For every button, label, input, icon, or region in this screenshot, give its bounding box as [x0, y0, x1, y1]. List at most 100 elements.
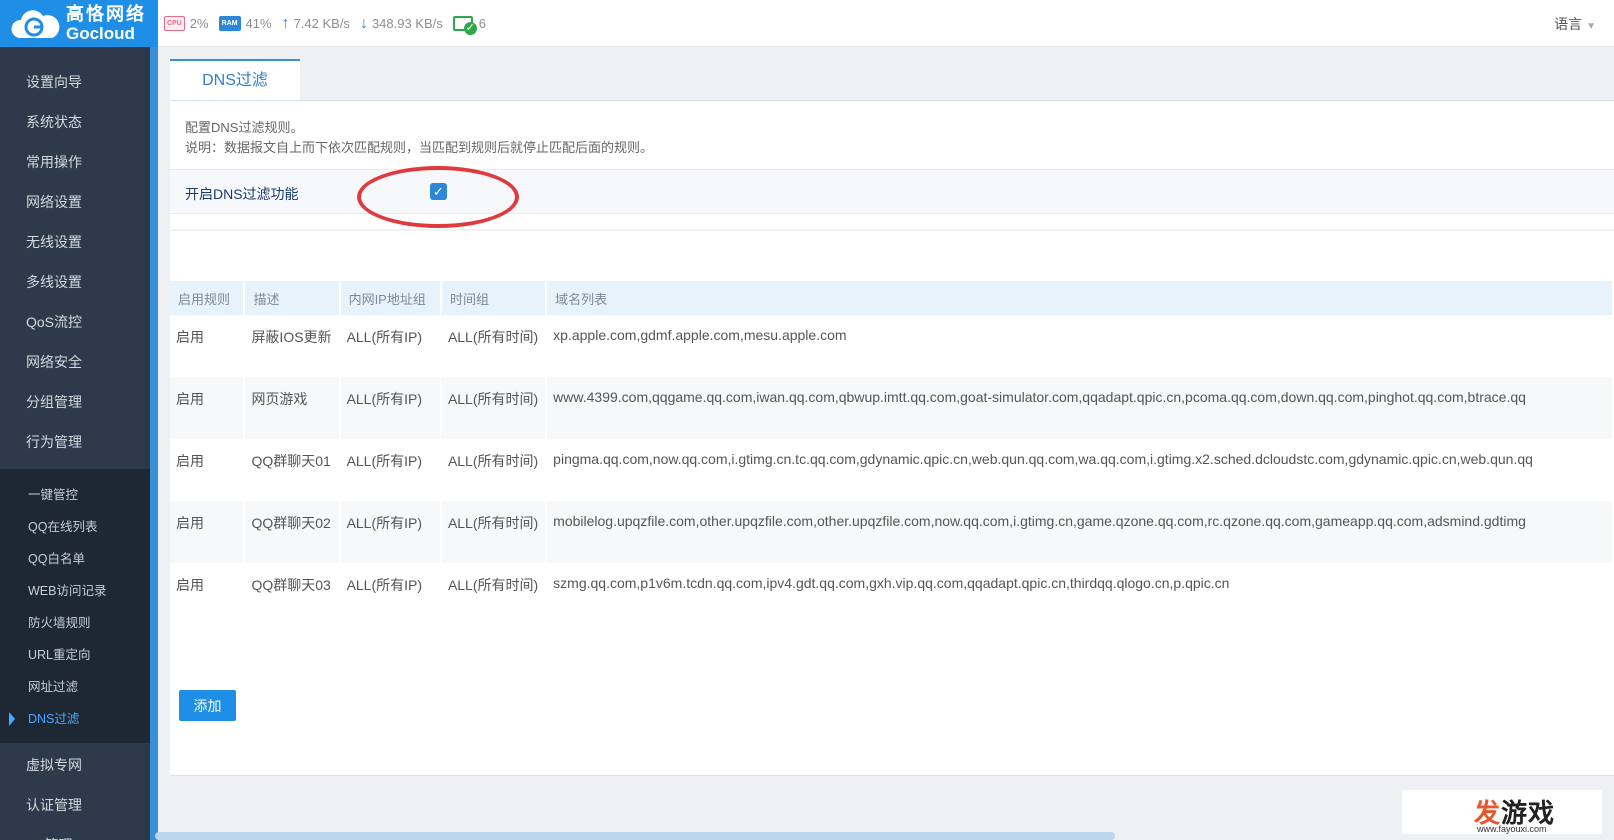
cell-ip-group: ALL(所有IP)	[339, 563, 442, 625]
column-header-ip-group[interactable]: 内网IP地址组	[339, 281, 442, 315]
sidebar-subitem-qq-online-list[interactable]: QQ在线列表	[0, 511, 150, 543]
cell-description: 网页游戏	[244, 377, 341, 439]
highlight-ellipse	[357, 166, 519, 228]
sidebar-subitem-web-access-log[interactable]: WEB访问记录	[0, 575, 150, 607]
column-header-enabled[interactable]: 启用规则	[170, 281, 246, 315]
sidebar-subitem-one-click-control[interactable]: 一键管控	[0, 479, 150, 511]
cell-description: 屏蔽IOS更新	[244, 315, 341, 377]
table-row[interactable]: 启用 网页游戏 ALL(所有IP) ALL(所有时间) www.4399.com…	[170, 377, 1614, 439]
online-count: 6	[478, 16, 486, 31]
ram-icon: RAM	[218, 16, 241, 31]
table-row[interactable]: 启用 QQ群聊天02 ALL(所有IP) ALL(所有时间) mobilelog…	[170, 501, 1614, 563]
online-devices-stat[interactable]: 6	[452, 16, 486, 35]
upload-arrow-icon: ↑	[281, 14, 290, 32]
sidebar-item-network-security[interactable]: 网络安全	[0, 342, 150, 382]
upload-value: 7.42 KB/s	[293, 16, 350, 31]
cell-time-group: ALL(所有时间)	[440, 439, 548, 501]
table-header-row: 启用规则 描述 内网IP地址组 时间组 域名列表	[170, 281, 1614, 315]
cell-ip-group: ALL(所有IP)	[339, 315, 442, 377]
cell-time-group: ALL(所有时间)	[440, 501, 548, 563]
caret-down-icon: ▼	[1586, 21, 1596, 32]
sidebar-item-behavior-management[interactable]: 行为管理	[0, 422, 150, 462]
description-line-1: 配置DNS过滤规则。	[185, 120, 304, 135]
sidebar-item-system-status[interactable]: 系统状态	[0, 102, 150, 142]
top-bar: 高恪网络 Gocloud CPU 2% RAM 41% ↑ 7.42 KB/s …	[0, 0, 1614, 47]
ram-stat: RAM 41%	[218, 16, 272, 31]
sidebar-accent-strip	[150, 47, 158, 840]
cell-description: QQ群聊天02	[244, 501, 341, 563]
divider	[170, 229, 1614, 231]
cell-description: QQ群聊天03	[244, 563, 341, 625]
tab-dns-filter[interactable]: DNS过滤	[170, 59, 300, 100]
brand-name-cn: 高恪网络	[66, 4, 146, 24]
sidebar: 设置向导 系统状态 常用操作 网络设置 无线设置 多线设置 QoS流控 网络安全…	[0, 47, 150, 840]
column-header-time-group[interactable]: 时间组	[440, 281, 548, 315]
download-stat: ↓ 348.93 KB/s	[360, 15, 443, 33]
cell-time-group: ALL(所有时间)	[440, 315, 548, 377]
cell-domain-list: www.4399.com,qqgame.qq.com,iwan.qq.com,q…	[546, 377, 1614, 439]
cell-description: QQ群聊天01	[244, 439, 341, 501]
online-monitor-icon	[452, 16, 477, 35]
main-content: DNS过滤 配置DNS过滤规则。 说明：数据报文自上而下依次匹配规则，当匹配到规…	[158, 47, 1614, 840]
cpu-value: 2%	[189, 16, 209, 31]
domain-list-text: www.4399.com,qqgame.qq.com,iwan.qq.com,q…	[553, 389, 1526, 405]
cell-enabled: 启用	[170, 501, 246, 563]
column-header-domain-list[interactable]: 域名列表	[546, 281, 1614, 315]
language-dropdown[interactable]: 语言 ▼	[1554, 14, 1596, 34]
domain-list-text: szmg.qq.com,p1v6m.tcdn.qq.com,ipv4.gdt.q…	[553, 575, 1230, 591]
sidebar-item-common-ops[interactable]: 常用操作	[0, 142, 150, 182]
cell-enabled: 启用	[170, 439, 246, 501]
watermark-url: www.fayouxi.com	[1477, 824, 1547, 834]
sidebar-item-wireless-settings[interactable]: 无线设置	[0, 222, 150, 262]
sidebar-item-group-management[interactable]: 分组管理	[0, 382, 150, 422]
sidebar-item-setup-wizard[interactable]: 设置向导	[0, 62, 150, 102]
dns-filter-panel: 配置DNS过滤规则。 说明：数据报文自上而下依次匹配规则，当匹配到规则后就停止匹…	[170, 100, 1614, 776]
cell-ip-group: ALL(所有IP)	[339, 501, 442, 563]
domain-list-text: pingma.qq.com,now.qq.com,i.gtimg.cn.tc.q…	[553, 451, 1533, 467]
upload-stat: ↑ 7.42 KB/s	[282, 15, 350, 33]
cell-enabled: 启用	[170, 563, 246, 625]
cell-domain-list: mobilelog.upqzfile.com,other.upqzfile.co…	[546, 501, 1614, 563]
sidebar-item-auth-management[interactable]: 认证管理	[0, 785, 150, 825]
description: 配置DNS过滤规则。 说明：数据报文自上而下依次匹配规则，当匹配到规则后就停止匹…	[185, 118, 653, 158]
behavior-submenu: 一键管控 QQ在线列表 QQ白名单 WEB访问记录 防火墙规则 URL重定向 网…	[0, 469, 150, 743]
cell-ip-group: ALL(所有IP)	[339, 377, 442, 439]
cell-ip-group: ALL(所有IP)	[339, 439, 442, 501]
cell-enabled: 启用	[170, 377, 246, 439]
cell-domain-list: xp.apple.com,gdmf.apple.com,mesu.apple.c…	[546, 315, 1614, 377]
table-row[interactable]: 启用 QQ群聊天01 ALL(所有IP) ALL(所有时间) pingma.qq…	[170, 439, 1614, 501]
download-arrow-icon: ↓	[359, 14, 368, 32]
sidebar-subitem-qq-whitelist[interactable]: QQ白名单	[0, 543, 150, 575]
dns-filter-toggle-label: 开启DNS过滤功能	[185, 186, 299, 202]
download-value: 348.93 KB/s	[371, 16, 443, 31]
dns-filter-toggle-row: 开启DNS过滤功能 ✓	[170, 166, 1614, 228]
sidebar-subitem-url-redirect[interactable]: URL重定向	[0, 639, 150, 671]
sidebar-item-ap-management[interactable]: AP管理	[0, 825, 150, 840]
domain-list-text: mobilelog.upqzfile.com,other.upqzfile.co…	[553, 513, 1526, 529]
description-line-2: 说明：数据报文自上而下依次匹配规则，当匹配到规则后就停止匹配后面的规则。	[185, 140, 654, 155]
sidebar-subitem-url-filter[interactable]: 网址过滤	[0, 671, 150, 703]
cloud-logo-icon	[10, 6, 60, 42]
sidebar-subitem-firewall-rules[interactable]: 防火墙规则	[0, 607, 150, 639]
sidebar-item-multiline-settings[interactable]: 多线设置	[0, 262, 150, 302]
add-rule-button[interactable]: 添加	[179, 690, 236, 721]
horizontal-scrollbar[interactable]	[155, 832, 1115, 840]
table-row[interactable]: 启用 QQ群聊天03 ALL(所有IP) ALL(所有时间) szmg.qq.c…	[170, 563, 1614, 625]
domain-list-text: xp.apple.com,gdmf.apple.com,mesu.apple.c…	[553, 327, 847, 343]
column-header-description[interactable]: 描述	[244, 281, 341, 315]
cell-enabled: 启用	[170, 315, 246, 377]
brand-name-en: Gocloud	[66, 24, 135, 43]
sidebar-subitem-dns-filter[interactable]: DNS过滤	[0, 703, 150, 735]
cell-time-group: ALL(所有时间)	[440, 563, 548, 625]
table-row[interactable]: 启用 屏蔽IOS更新 ALL(所有IP) ALL(所有时间) xp.apple.…	[170, 315, 1614, 377]
sidebar-item-qos[interactable]: QoS流控	[0, 302, 150, 342]
cpu-stat: CPU 2%	[164, 16, 209, 31]
cell-domain-list: szmg.qq.com,p1v6m.tcdn.qq.com,ipv4.gdt.q…	[546, 563, 1614, 625]
brand-logo[interactable]: 高恪网络 Gocloud	[0, 0, 158, 47]
system-stats: CPU 2% RAM 41% ↑ 7.42 KB/s ↓ 348.93 KB/s…	[164, 0, 496, 47]
watermark: 发游戏 www.fayouxi.com	[1402, 790, 1602, 834]
ram-value: 41%	[245, 16, 272, 31]
sidebar-item-vpn[interactable]: 虚拟专网	[0, 745, 150, 785]
sidebar-item-network-settings[interactable]: 网络设置	[0, 182, 150, 222]
cell-domain-list: pingma.qq.com,now.qq.com,i.gtimg.cn.tc.q…	[546, 439, 1614, 501]
